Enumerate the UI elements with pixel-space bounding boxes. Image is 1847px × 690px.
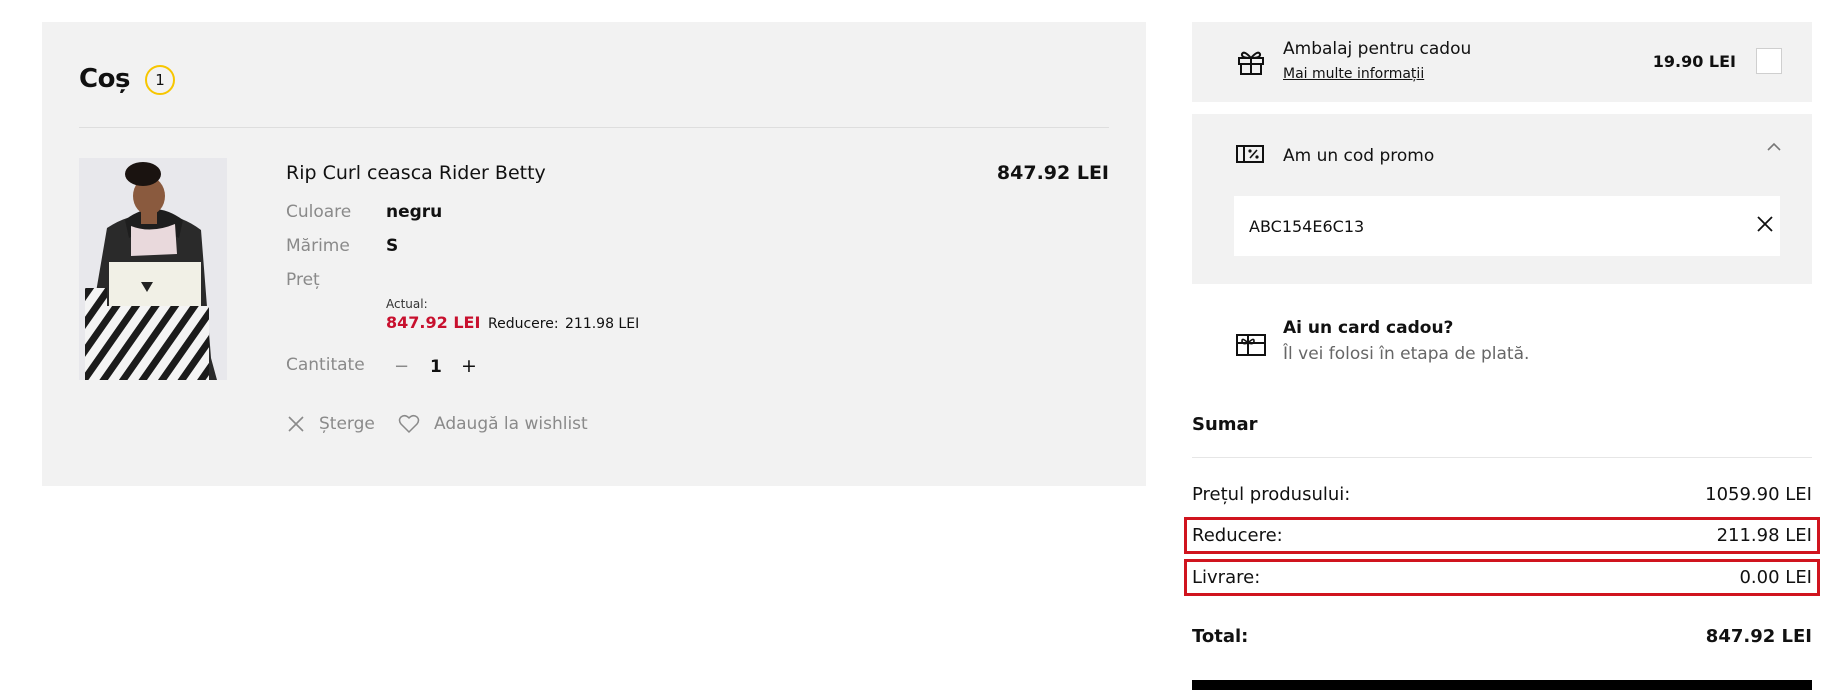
cart-title: Coș [79,64,130,94]
summary-divider [1192,457,1812,458]
summary-product-price-row: Prețul produsului: 1059.90 LEI [1192,484,1812,505]
total-value: 847.92 LEI [1705,626,1812,647]
color-label: Culoare [286,202,352,222]
total-label: Total: [1192,626,1249,647]
cart-divider [79,127,1109,128]
quantity-value: 1 [430,357,442,377]
actual-price-caption: Actual: [386,297,428,311]
product-price: 847.92 LEI [996,162,1109,184]
size-label: Mărime [286,236,350,256]
summary-discount-row: Reducere: 211.98 LEI [1184,517,1820,554]
add-to-wishlist-button[interactable]: Adaugă la wishlist [398,414,588,434]
summary-title: Sumar [1192,414,1258,435]
delete-label: Șterge [319,414,375,434]
close-icon[interactable] [1756,215,1774,233]
item-discount-value: 211.98 LEI [565,316,640,332]
gift-wrap-checkbox[interactable] [1756,48,1782,74]
gift-card-icon [1236,334,1266,356]
chevron-up-icon[interactable] [1766,142,1782,152]
color-value: negru [386,202,443,222]
discount-label: Reducere: [1192,525,1283,546]
item-discount-label: Reducere: [488,316,559,332]
gift-wrap-option: Ambalaj pentru cadou Mai multe informați… [1192,22,1812,102]
product-price-label: Prețul produsului: [1192,484,1351,505]
actual-price: 847.92 LEI [386,313,481,332]
x-icon [288,416,304,432]
shipping-value: 0.00 LEI [1739,567,1812,588]
product-image[interactable] [79,158,227,380]
quantity-label: Cantitate [286,355,365,375]
promo-code-input[interactable] [1234,196,1780,256]
shipping-label: Livrare: [1192,567,1261,588]
promo-code-section: Am un cod promo [1192,114,1812,284]
checkout-button[interactable] [1192,680,1812,690]
promo-code-title: Am un cod promo [1283,146,1435,166]
summary-total-row: Total: 847.92 LEI [1192,626,1812,647]
delete-button[interactable]: Șterge [287,414,375,434]
wishlist-label: Adaugă la wishlist [434,414,588,434]
gift-wrap-title: Ambalaj pentru cadou [1283,39,1472,59]
summary-shipping-row: Livrare: 0.00 LEI [1184,559,1820,596]
product-price-value: 1059.90 LEI [1705,484,1812,505]
gift-card-title: Ai un card cadou? [1283,318,1454,338]
quantity-increase-button[interactable]: + [461,355,477,377]
cart-panel: Coș 1 Rip Curl ceasca Rider Betty 847.92… [42,22,1146,486]
discount-value: 211.98 LEI [1716,525,1812,546]
gift-card-subtitle: Îl vei folosi în etapa de plată. [1283,344,1530,364]
product-name[interactable]: Rip Curl ceasca Rider Betty [286,162,546,184]
gift-icon [1238,51,1264,75]
gift-wrap-more-info-link[interactable]: Mai multe informații [1283,66,1424,82]
size-value: S [386,236,399,256]
quantity-decrease-button[interactable]: − [394,356,409,377]
price-label: Preț [286,270,320,290]
heart-icon [398,414,420,434]
promo-ticket-icon [1236,145,1264,163]
cart-count-badge: 1 [145,65,175,95]
gift-wrap-price: 19.90 LEI [1652,52,1736,71]
